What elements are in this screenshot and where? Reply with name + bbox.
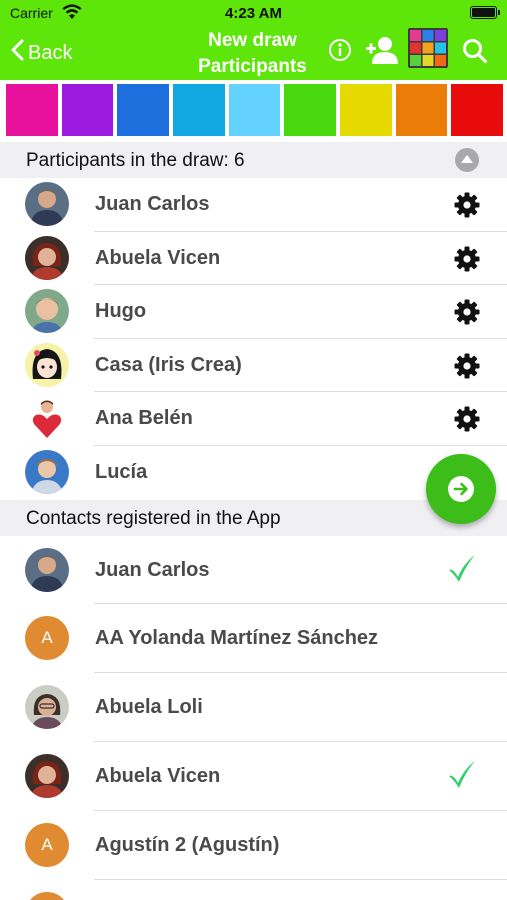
participants-list: Juan Carlos Abuela Vicen Hugo Casa (Iris…: [0, 178, 507, 500]
back-label: Back: [28, 41, 73, 64]
avatar: [25, 449, 69, 494]
color-swatch[interactable]: [395, 84, 448, 136]
participant-row[interactable]: Juan Carlos: [0, 178, 507, 232]
avatar: [25, 289, 69, 334]
avatar: [25, 182, 69, 226]
gear-icon[interactable]: [453, 191, 481, 224]
contacts-header-label: Contacts registered in the App: [26, 507, 281, 529]
participants-header-label: Participants in the draw: 6: [26, 150, 245, 171]
participants-header: Participants in the draw: 6: [0, 142, 507, 178]
avatar: [25, 547, 69, 592]
color-swatch[interactable]: [173, 84, 225, 136]
battery-icon: [470, 6, 500, 19]
contact-row[interactable]: Abuela Loli: [0, 673, 507, 742]
gear-icon[interactable]: [453, 245, 481, 278]
search-icon[interactable]: [462, 38, 488, 69]
contact-name: AA Yolanda Martínez Sánchez: [95, 627, 379, 650]
color-swatch[interactable]: [284, 84, 337, 136]
color-swatch[interactable]: [117, 84, 170, 136]
checkmark-icon: [447, 759, 477, 794]
participant-name: Ana Belén: [95, 407, 193, 430]
color-swatch[interactable]: [6, 84, 58, 136]
color-swatch[interactable]: [61, 84, 114, 136]
color-swatch[interactable]: [451, 84, 504, 136]
contact-row[interactable]: A AA Yolanda Martínez Sánchez: [0, 604, 507, 674]
contact-row[interactable]: A Agustín 2 (Agustín): [0, 811, 507, 880]
participant-name: Lucía: [95, 460, 148, 483]
participant-row[interactable]: Casa (Iris Crea): [0, 339, 507, 393]
contact-name: Agustín 2 (Agustín): [95, 833, 280, 856]
initial-avatar: [25, 891, 69, 900]
color-palette: [0, 80, 507, 142]
gear-icon[interactable]: [453, 298, 481, 331]
gear-icon[interactable]: [453, 352, 481, 385]
participant-row[interactable]: Abuela Vicen: [0, 232, 507, 286]
gear-icon[interactable]: [453, 405, 481, 438]
navigation-bar: Carrier 4:23 AM Back New draw Participan…: [0, 0, 507, 80]
next-button[interactable]: [426, 454, 496, 524]
avatar: [25, 396, 69, 441]
contact-name: Juan Carlos: [95, 558, 210, 581]
page-title: New draw: [208, 30, 297, 51]
checkmark-icon: [447, 553, 477, 588]
avatar: [25, 685, 69, 730]
participant-name: Abuela Vicen: [95, 246, 221, 269]
contact-row[interactable]: Abuela Vicen: [0, 742, 507, 811]
add-person-icon[interactable]: [366, 35, 398, 70]
participant-name: Juan Carlos: [95, 193, 210, 215]
contact-name: Abuela Vicen: [95, 764, 221, 787]
chevron-left-icon: [10, 39, 24, 67]
page-subtitle: Participants: [198, 56, 307, 77]
status-time: 4:23 AM: [225, 5, 282, 22]
contact-row[interactable]: Juan Carlos: [0, 536, 507, 605]
app-grid-icon[interactable]: [408, 28, 448, 73]
color-swatch[interactable]: [340, 84, 392, 136]
initial-avatar: A: [25, 822, 69, 867]
participant-name: Casa (Iris Crea): [95, 353, 242, 376]
status-bar: Carrier 4:23 AM: [0, 0, 507, 26]
collapse-icon[interactable]: [455, 148, 479, 172]
avatar: [25, 235, 69, 280]
arrow-right-icon: [448, 476, 474, 502]
participant-name: Hugo: [95, 300, 147, 323]
contact-row-partial[interactable]: [0, 880, 507, 900]
back-button[interactable]: Back: [10, 39, 72, 67]
contact-name: Abuela Loli: [95, 696, 203, 719]
participant-row[interactable]: Ana Belén: [0, 392, 507, 446]
initial-avatar: A: [25, 616, 69, 661]
nav-titles: New draw Participants: [170, 28, 335, 80]
avatar: [25, 753, 69, 798]
avatar: [25, 342, 69, 387]
info-icon[interactable]: [328, 38, 352, 67]
participant-row[interactable]: Hugo: [0, 285, 507, 339]
contacts-list: Juan Carlos A AA Yolanda Martínez Sánche…: [0, 536, 507, 900]
color-swatch[interactable]: [228, 84, 281, 136]
